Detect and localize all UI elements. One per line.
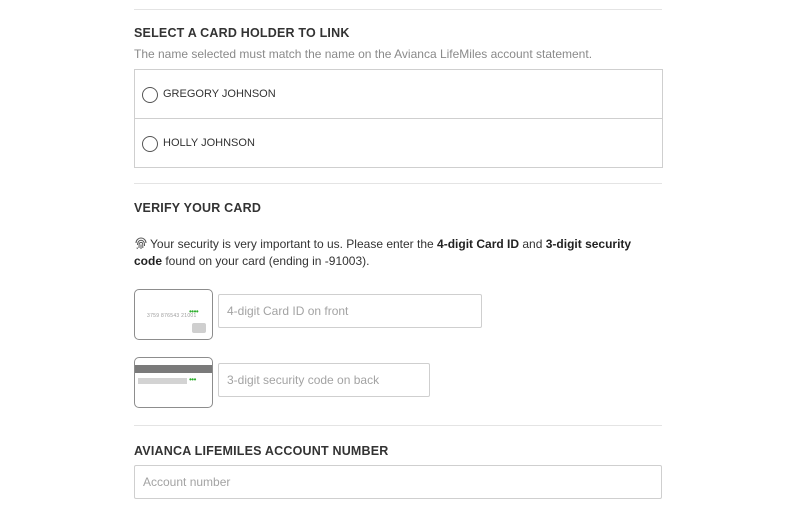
security-message-text: and xyxy=(519,237,546,251)
holder-section-title: SELECT A CARD HOLDER TO LINK xyxy=(134,26,350,40)
holder-section-subtitle: The name selected must match the name on… xyxy=(134,47,593,61)
card-chip-icon xyxy=(192,323,206,333)
radio-button[interactable] xyxy=(142,136,158,152)
card-holder-option[interactable]: HOLLY JOHNSON xyxy=(135,118,662,167)
divider xyxy=(134,183,662,184)
security-message: Your security is very important to us. P… xyxy=(134,236,654,270)
fingerprint-icon xyxy=(135,237,147,250)
divider xyxy=(134,9,662,10)
security-code-input[interactable] xyxy=(218,363,430,397)
card-id-emphasis: 4-digit Card ID xyxy=(437,237,520,251)
card-holder-name: HOLLY JOHNSON xyxy=(163,137,255,149)
security-message-text: found on your card (ending in -91003). xyxy=(162,254,370,268)
card-holder-name: GREGORY JOHNSON xyxy=(163,88,276,100)
radio-button[interactable] xyxy=(142,87,158,103)
security-message-text: Your security is very important to us. P… xyxy=(150,237,438,251)
card-front-illustration: 3759 876543 21001 •••• xyxy=(134,289,213,340)
account-section-title: AVIANCA LIFEMILES ACCOUNT NUMBER xyxy=(134,444,389,458)
card-holder-option[interactable]: GREGORY JOHNSON xyxy=(135,70,662,118)
signature-strip xyxy=(138,378,187,384)
security-code-dots: ••• xyxy=(189,375,196,384)
link-card-form: SELECT A CARD HOLDER TO LINK The name se… xyxy=(0,0,800,514)
card-id-input[interactable] xyxy=(218,294,482,328)
card-back-illustration: ••• xyxy=(134,357,213,408)
account-number-input[interactable] xyxy=(134,465,662,499)
divider xyxy=(134,425,662,426)
card-id-dots: •••• xyxy=(189,307,199,316)
magnetic-stripe xyxy=(135,365,212,373)
verify-section-title: VERIFY YOUR CARD xyxy=(134,201,262,215)
card-holder-list: GREGORY JOHNSON HOLLY JOHNSON xyxy=(134,69,663,168)
